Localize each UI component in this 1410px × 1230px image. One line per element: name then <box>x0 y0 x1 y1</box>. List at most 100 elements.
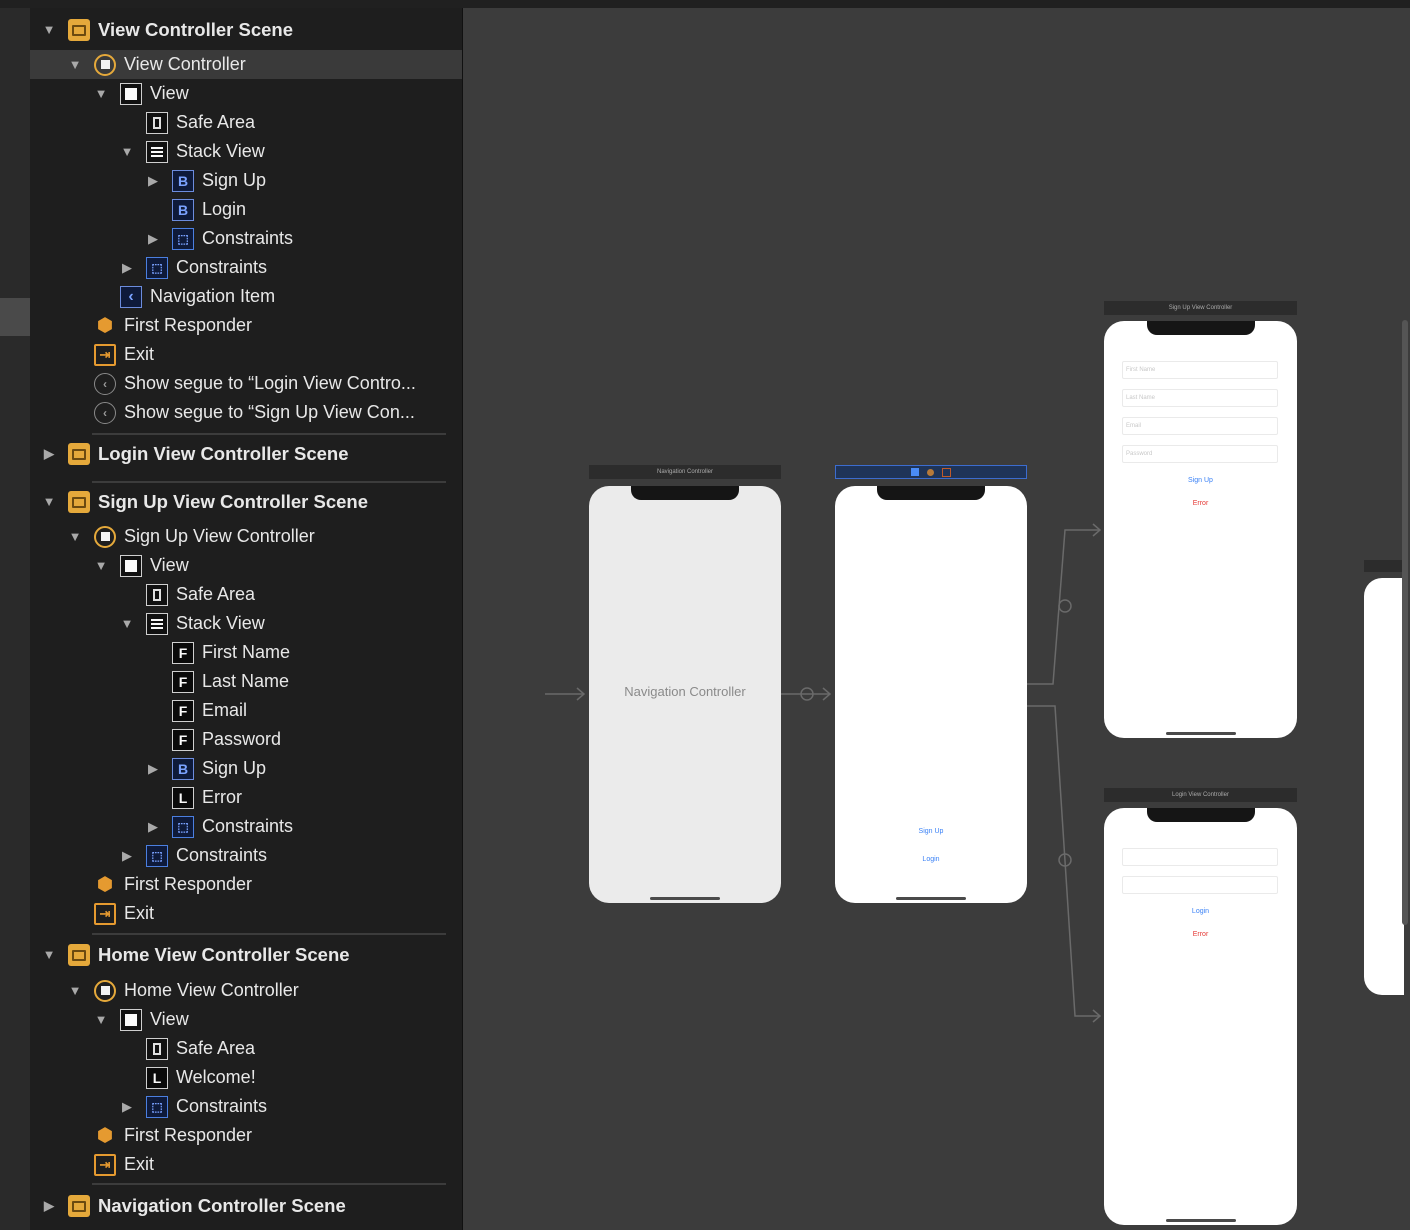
outline-row[interactable]: ⬢ First Responder <box>68 870 252 899</box>
disclosure-expanded-icon[interactable]: ▼ <box>42 947 56 962</box>
last-name-field-preview[interactable]: Last Name <box>1122 389 1278 407</box>
disclosure-expanded-icon[interactable]: ▼ <box>68 529 82 544</box>
outline-row[interactable]: F Last Name <box>146 667 289 696</box>
outline-row[interactable]: ▶ ⬚ Constraints <box>120 1092 267 1121</box>
disclosure-expanded-icon[interactable]: ▼ <box>42 22 56 37</box>
segue-to-signup <box>1027 529 1099 685</box>
outline-row[interactable]: ▶ ⬚ Constraints <box>120 253 267 282</box>
outline-row[interactable]: ▼ Home View Controller Scene <box>42 940 350 969</box>
window-top-bar <box>0 0 1410 8</box>
first-responder-dock-icon[interactable] <box>927 468 934 476</box>
outline-row[interactable]: L Error <box>146 783 242 812</box>
outline-row[interactable]: ⇥ Exit <box>68 340 154 369</box>
outline-row[interactable]: ▼ Stack View <box>120 609 265 638</box>
signup-submit-preview[interactable]: Sign Up <box>1104 477 1297 484</box>
outline-row[interactable]: ▼ View <box>94 79 189 108</box>
outline-row[interactable]: ▼ View <box>94 551 189 580</box>
view-controller-scene[interactable]: Sign Up Login <box>835 486 1027 903</box>
button-icon: B <box>172 198 194 221</box>
outline-row[interactable]: ▼ View Controller <box>30 50 462 79</box>
outline-row[interactable]: ▼ View <box>94 1005 189 1034</box>
outline-row[interactable]: ‹ Show segue to “Login View Contro... <box>68 369 416 398</box>
scene-bar-signup[interactable]: Sign Up View Controller <box>1104 301 1297 315</box>
home-view-controller-scene[interactable] <box>1364 578 1404 995</box>
outline-row[interactable]: ▶ ⬚ Constraints <box>146 812 293 841</box>
outline-row[interactable]: Safe Area <box>120 1034 255 1063</box>
disclosure-expanded-icon[interactable]: ▼ <box>120 144 134 159</box>
login-email-field-preview[interactable] <box>1122 848 1278 866</box>
outline-row[interactable]: ▶ ⬚ Constraints <box>146 224 293 253</box>
email-field-preview[interactable]: Email <box>1122 417 1278 435</box>
document-outline: ▼ View Controller Scene ▼ View Controller ▼ V… <box>30 8 463 1230</box>
login-view-controller-scene[interactable]: Login Error <box>1104 808 1297 1225</box>
outline-row[interactable]: F Email <box>146 696 247 725</box>
outline-row[interactable]: B Login <box>146 195 246 224</box>
canvas-scrollbar[interactable] <box>1402 320 1408 925</box>
signup-button-preview[interactable]: Sign Up <box>835 828 1027 835</box>
outline-row[interactable]: F Password <box>146 725 281 754</box>
password-field-preview[interactable]: Password <box>1122 445 1278 463</box>
signup-error-preview: Error <box>1192 500 1209 507</box>
outline-row[interactable]: ▶ Navigation Controller Scene <box>42 1191 346 1220</box>
disclosure-collapsed-icon[interactable]: ▶ <box>146 819 160 834</box>
constraints-icon: ⬚ <box>146 1095 168 1118</box>
disclosure-collapsed-icon[interactable]: ▶ <box>42 1198 56 1213</box>
storyboard-canvas[interactable]: Navigation Controller Navigation Control… <box>463 8 1410 1230</box>
outline-row[interactable]: ▼ View Controller Scene <box>42 15 293 44</box>
outline-row[interactable]: F First Name <box>146 638 290 667</box>
login-submit-preview[interactable]: Login <box>1104 908 1297 915</box>
stack-view-icon <box>146 140 168 163</box>
view-controller-dock-icon[interactable] <box>911 468 919 476</box>
outline-row[interactable]: L Welcome! <box>120 1063 256 1092</box>
disclosure-expanded-icon[interactable]: ▼ <box>68 57 82 72</box>
outline-row[interactable]: ⇥ Exit <box>68 1150 154 1179</box>
outline-row[interactable]: Safe Area <box>120 108 255 137</box>
disclosure-expanded-icon[interactable]: ▼ <box>94 1012 108 1027</box>
outline-row[interactable]: ▼ Home View Controller <box>68 976 299 1005</box>
scene-bar-home[interactable] <box>1364 560 1404 572</box>
outline-row[interactable]: ⬢ First Responder <box>68 1121 252 1150</box>
outline-row[interactable]: ▼ Stack View <box>120 137 265 166</box>
login-button-preview[interactable]: Login <box>835 856 1027 863</box>
disclosure-collapsed-icon[interactable]: ▶ <box>146 231 160 246</box>
outline-row[interactable]: Safe Area <box>120 580 255 609</box>
nav-controller-scene[interactable]: Navigation Controller <box>589 486 781 903</box>
exit-icon: ⇥ <box>94 902 116 925</box>
first-name-field-preview[interactable]: First Name <box>1122 361 1278 379</box>
disclosure-expanded-icon[interactable]: ▼ <box>42 494 56 509</box>
disclosure-collapsed-icon[interactable]: ▶ <box>42 446 56 461</box>
scene-bar-view-controller[interactable] <box>835 465 1027 479</box>
outline-row[interactable]: ‹ Navigation Item <box>94 282 275 311</box>
disclosure-expanded-icon[interactable]: ▼ <box>94 558 108 573</box>
label-icon: L <box>172 786 194 809</box>
scene-bar-login[interactable]: Login View Controller <box>1104 788 1297 802</box>
disclosure-collapsed-icon[interactable]: ▶ <box>146 173 160 188</box>
outline-row[interactable]: ‹ Show segue to “Sign Up View Con... <box>68 398 415 427</box>
disclosure-collapsed-icon[interactable]: ▶ <box>120 260 134 275</box>
button-icon: B <box>172 169 194 192</box>
outline-row-label: Stack View <box>176 141 265 161</box>
outline-row[interactable]: ▼ Sign Up View Controller <box>68 522 315 551</box>
disclosure-collapsed-icon[interactable]: ▶ <box>120 848 134 863</box>
outline-row[interactable]: ▶ Login View Controller Scene <box>42 439 348 468</box>
signup-view-controller-scene[interactable]: First Name Last Name Email Password Sign… <box>1104 321 1297 738</box>
exit-dock-icon[interactable] <box>942 467 951 477</box>
outline-row[interactable]: ▶ B Sign Up <box>146 754 266 783</box>
notch <box>1146 808 1255 822</box>
disclosure-collapsed-icon[interactable]: ▶ <box>146 761 160 776</box>
outline-row-label: Last Name <box>202 671 290 691</box>
outline-row[interactable]: ▶ B Sign Up <box>146 166 266 195</box>
disclosure-expanded-icon[interactable]: ▼ <box>68 983 82 998</box>
outline-row-label: Constraints <box>176 845 268 865</box>
outline-row[interactable]: ▼ Sign Up View Controller Scene <box>42 487 368 516</box>
outline-row[interactable]: ⇥ Exit <box>68 899 154 928</box>
disclosure-collapsed-icon[interactable]: ▶ <box>120 1099 134 1114</box>
disclosure-expanded-icon[interactable]: ▼ <box>94 86 108 101</box>
outline-row[interactable]: ⬢ First Responder <box>68 311 252 340</box>
outline-row-label: Constraints <box>176 1096 268 1116</box>
disclosure-expanded-icon[interactable]: ▼ <box>120 616 134 631</box>
login-password-field-preview[interactable] <box>1122 876 1278 894</box>
outline-row[interactable]: ▶ ⬚ Constraints <box>120 841 267 870</box>
scene-bar-nav-controller[interactable]: Navigation Controller <box>589 465 781 479</box>
